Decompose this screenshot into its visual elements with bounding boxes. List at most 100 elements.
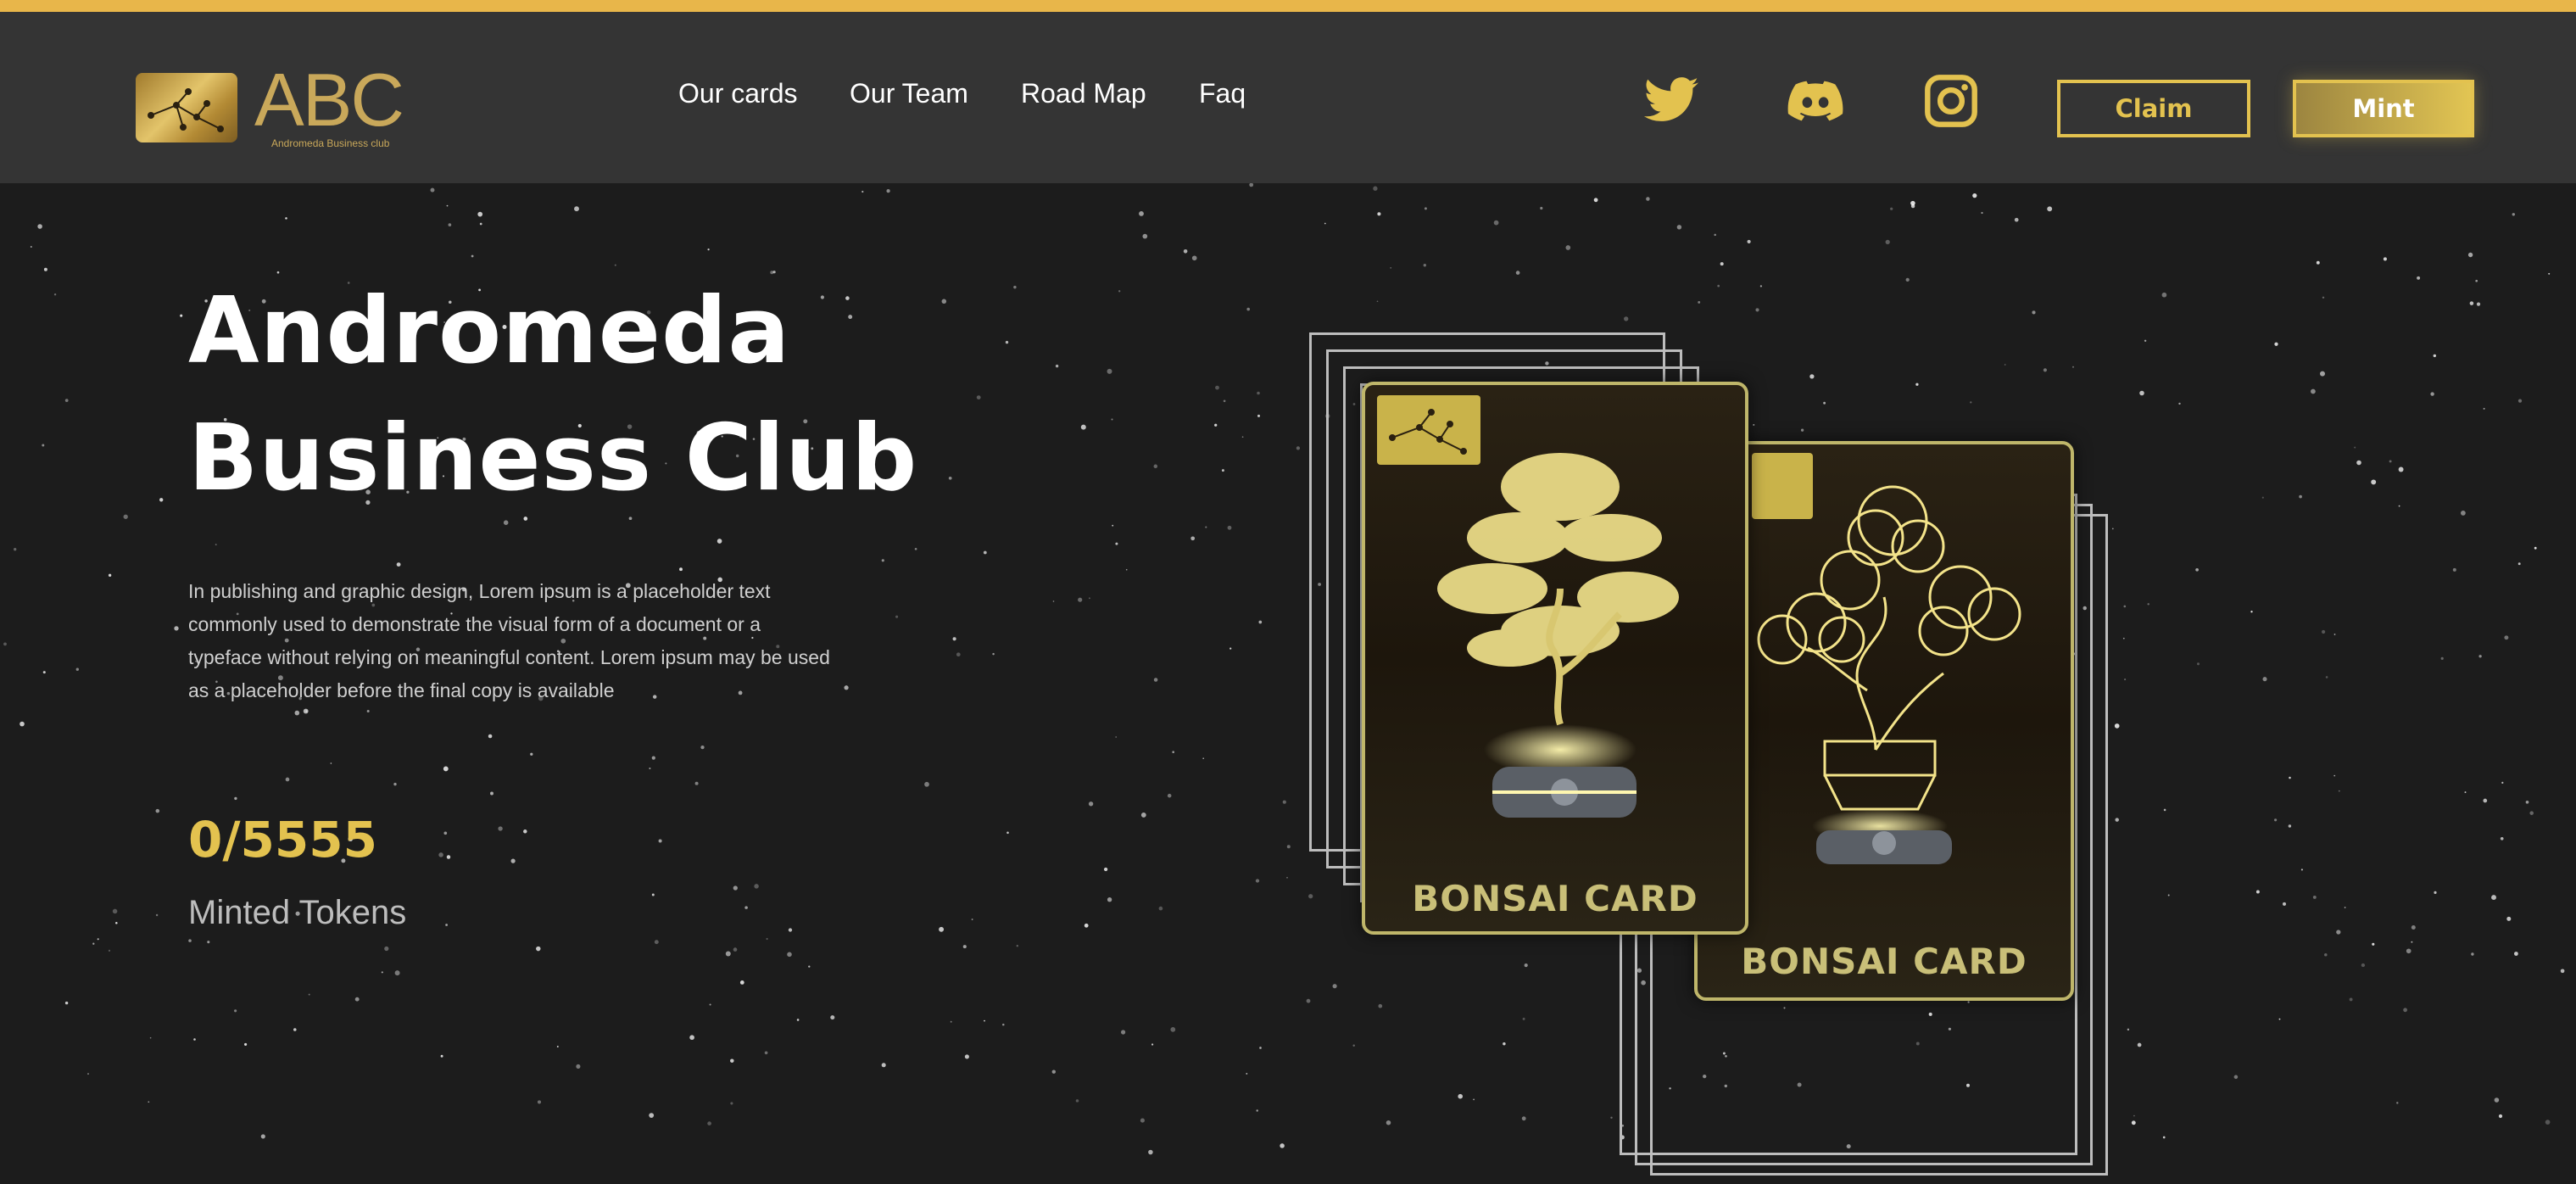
star <box>123 514 128 519</box>
star <box>149 1036 152 1039</box>
hero-section: Andromeda Business Club In publishing an… <box>0 183 2576 1176</box>
star <box>2475 279 2478 282</box>
star <box>30 246 32 248</box>
star <box>477 211 483 217</box>
star <box>1167 793 1172 798</box>
star <box>1214 423 1218 427</box>
nav-item-faq[interactable]: Faq <box>1199 78 1246 109</box>
star <box>1493 220 1499 226</box>
star <box>1747 239 1751 243</box>
star <box>366 710 370 712</box>
constellation-logo-badge <box>136 73 237 142</box>
nav-item-road-map[interactable]: Road Map <box>1021 78 1146 109</box>
star <box>2501 781 2504 785</box>
star <box>1258 620 1263 624</box>
star <box>2324 952 2328 957</box>
star <box>2371 479 2377 485</box>
star <box>148 1101 150 1103</box>
star <box>1111 418 1113 421</box>
star <box>2333 634 2336 635</box>
star <box>2262 677 2267 682</box>
star <box>2514 952 2518 956</box>
star <box>1118 290 1121 293</box>
star <box>2196 662 2200 666</box>
star <box>886 188 890 193</box>
star <box>733 947 738 952</box>
bonsai-card[interactable]: BONSAI CARD <box>1694 441 2074 1001</box>
star <box>1910 204 1915 209</box>
star <box>739 980 744 985</box>
star <box>188 939 192 942</box>
star <box>651 756 655 760</box>
star <box>75 667 79 671</box>
star <box>1424 207 1427 210</box>
star <box>530 752 533 756</box>
star <box>2476 302 2481 306</box>
star <box>1115 736 1118 738</box>
star <box>443 766 449 772</box>
star <box>215 544 217 546</box>
star <box>20 721 25 727</box>
star <box>2461 511 2466 516</box>
star <box>2406 948 2412 954</box>
star <box>2467 252 2473 258</box>
twitter-icon[interactable] <box>1642 71 1701 131</box>
star <box>2278 1018 2281 1020</box>
star <box>1205 526 1207 528</box>
star <box>2398 505 2400 507</box>
star <box>2440 656 2444 660</box>
star <box>1148 1149 1153 1155</box>
star <box>2452 567 2456 572</box>
star <box>2233 1075 2239 1080</box>
star <box>2506 916 2512 921</box>
star <box>984 1019 985 1022</box>
star <box>1112 524 1114 527</box>
discord-icon[interactable] <box>1786 71 1845 131</box>
star <box>2483 407 2485 410</box>
star <box>1183 249 1188 254</box>
star <box>707 248 710 251</box>
star <box>14 548 17 551</box>
hero-description: In publishing and graphic design, Lorem … <box>188 580 830 701</box>
nav-item-our-team[interactable]: Our Team <box>850 78 968 109</box>
star <box>700 745 705 750</box>
star <box>2389 460 2392 463</box>
star <box>2512 213 2516 216</box>
star <box>2411 941 2413 943</box>
star <box>108 949 111 952</box>
star <box>956 652 961 657</box>
star <box>446 855 451 859</box>
star <box>2464 791 2467 794</box>
star <box>1002 1023 1005 1026</box>
star <box>1377 212 1381 216</box>
claim-button[interactable]: Claim <box>2057 80 2250 137</box>
bonsai-card[interactable]: BONSAI CARD <box>1362 382 1748 935</box>
star <box>2356 460 2361 466</box>
star <box>330 762 332 764</box>
star <box>2300 868 2303 871</box>
star <box>64 399 69 402</box>
star <box>1646 197 1650 201</box>
brand-logo[interactable]: ABC Andromeda Business club <box>136 59 407 153</box>
star <box>964 1054 969 1059</box>
star <box>2545 1120 2551 1125</box>
star <box>1191 255 1197 261</box>
star <box>2491 895 2496 901</box>
star <box>1084 923 1089 928</box>
instagram-icon[interactable] <box>1921 71 1981 131</box>
star <box>42 671 46 674</box>
star <box>808 965 811 968</box>
star <box>1075 1099 1079 1103</box>
star <box>155 808 160 813</box>
star <box>1257 391 1260 395</box>
star <box>2288 824 2292 828</box>
hero-title: Andromeda Business Club <box>188 268 951 522</box>
site-header: ABC Andromeda Business club Our cards Ou… <box>0 12 2576 183</box>
nav-item-our-cards[interactable]: Our cards <box>678 78 797 109</box>
star <box>2483 798 2488 803</box>
mint-button[interactable]: Mint <box>2293 80 2474 137</box>
card-label: BONSAI CARD <box>1741 941 2027 982</box>
star <box>381 971 383 974</box>
card-label: BONSAI CARD <box>1412 878 1698 919</box>
star <box>180 314 183 317</box>
